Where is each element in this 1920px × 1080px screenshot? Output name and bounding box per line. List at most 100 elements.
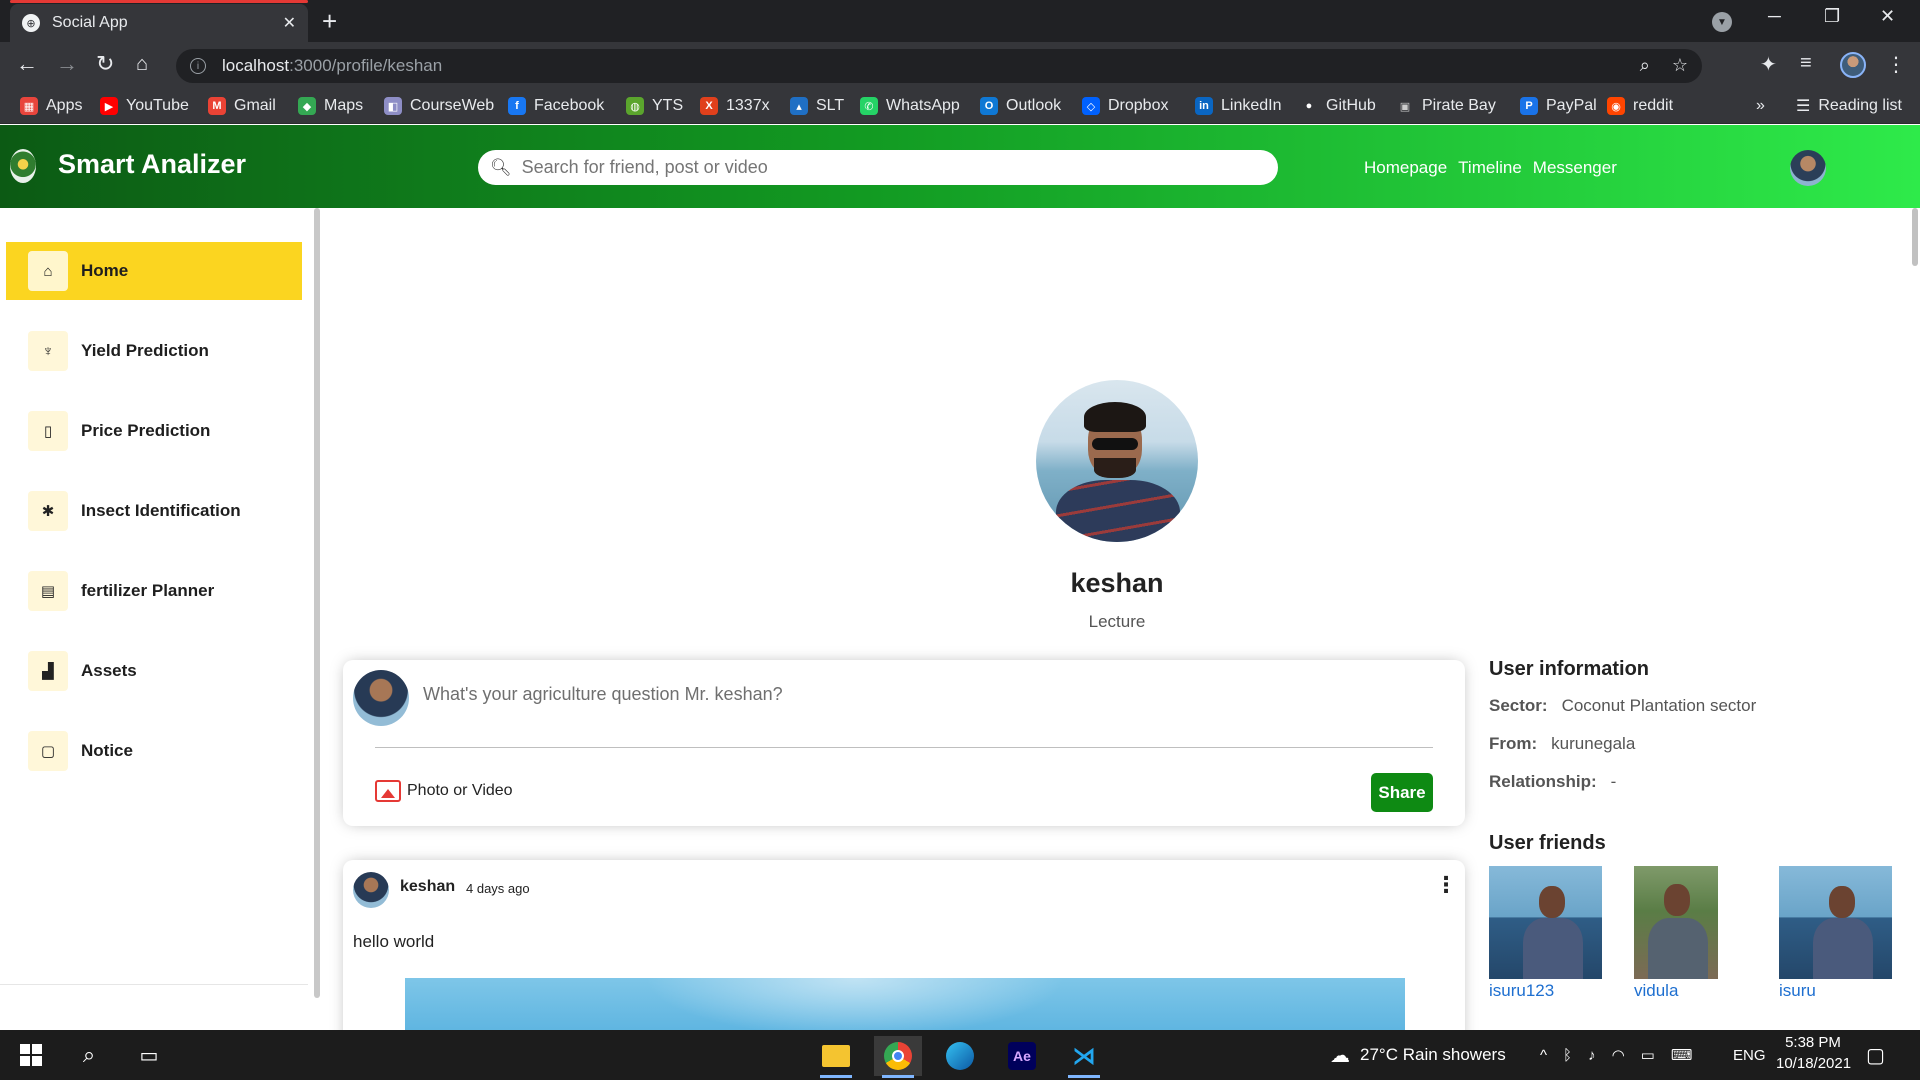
page-scrollbar[interactable]: [1912, 208, 1918, 266]
bookmarks-overflow-icon[interactable]: »: [1756, 88, 1765, 124]
reload-icon[interactable]: ↻: [96, 50, 114, 78]
clock[interactable]: 5:38 PM 10/18/2021: [1776, 1034, 1851, 1072]
vscode-icon[interactable]: ⋊: [1060, 1036, 1108, 1078]
new-tab-icon[interactable]: +: [322, 6, 337, 36]
friend-photo[interactable]: [1489, 866, 1602, 979]
search-taskbar-icon[interactable]: ⌕: [76, 1040, 102, 1070]
bookmark-paypal[interactable]: P PayPal: [1520, 88, 1597, 124]
after-effects-icon[interactable]: Ae: [998, 1036, 1046, 1076]
bookmark-outlook[interactable]: O Outlook: [980, 88, 1061, 124]
bookmark-1337x[interactable]: X 1337x: [700, 88, 770, 124]
friend-card[interactable]: vidula: [1634, 866, 1718, 1001]
forward-icon[interactable]: →: [56, 50, 78, 78]
bookmark-star-icon[interactable]: ☆: [1672, 55, 1688, 76]
address-bar[interactable]: i localhost :3000/profile/keshan ⌕ ☆: [176, 49, 1702, 83]
search-bar[interactable]: 🔍︎: [478, 150, 1278, 185]
reading-list-button[interactable]: ☰ Reading list: [1796, 88, 1902, 124]
bookmark-linkedin[interactable]: in LinkedIn: [1195, 88, 1282, 124]
zoom-icon[interactable]: ⌕: [1640, 55, 1650, 76]
bluetooth-icon[interactable]: ᛒ: [1563, 1047, 1572, 1064]
weather-widget[interactable]: ☁ 27°C Rain showers: [1330, 1030, 1506, 1080]
post-text: hello world: [353, 932, 435, 951]
sidebar-item-fertilizer-planner[interactable]: ▤ fertilizer Planner: [6, 562, 302, 620]
bookmark-dropbox[interactable]: ◇ Dropbox: [1082, 88, 1168, 124]
sidebar-item-home[interactable]: ⌂ Home: [6, 242, 302, 300]
friend-name[interactable]: isuru: [1779, 981, 1892, 1001]
tab-search-icon[interactable]: ▼: [1712, 12, 1732, 32]
bookmark-youtube[interactable]: ▶ YouTube: [100, 88, 189, 124]
share-button[interactable]: Share: [1371, 773, 1433, 812]
header-user-avatar[interactable]: [1790, 150, 1826, 186]
friend-card[interactable]: isuru: [1779, 866, 1892, 1001]
outlook-icon: O: [980, 97, 998, 115]
sidebar-item-notice[interactable]: ▢ Notice: [6, 722, 302, 780]
photo-icon: [375, 780, 401, 802]
nav-link-homepage[interactable]: Homepage: [1364, 158, 1447, 178]
bookmark-gmail[interactable]: M Gmail: [208, 88, 276, 124]
tray-expand-icon[interactable]: ^: [1540, 1047, 1547, 1064]
profile-name: keshan: [1070, 568, 1164, 598]
bookmark-github[interactable]: ● GitHub: [1300, 88, 1376, 124]
app-brand[interactable]: Smart Analizer: [58, 149, 246, 180]
share-question-input[interactable]: [423, 684, 1323, 705]
browser-menu-icon[interactable]: ⋮: [1886, 52, 1906, 77]
edge-icon[interactable]: [936, 1036, 984, 1076]
bookmark-yts[interactable]: ◍ YTS: [626, 88, 683, 124]
bookmark-facebook[interactable]: f Facebook: [508, 88, 604, 124]
user-info-from: From: kurunegala: [1489, 734, 1635, 754]
windows-start-icon[interactable]: [18, 1040, 44, 1070]
volume-icon[interactable]: ♪: [1588, 1047, 1596, 1064]
friend-card[interactable]: isuru123: [1489, 866, 1602, 1001]
home-page-icon[interactable]: ⌂: [136, 50, 148, 78]
bookmark-courseweb[interactable]: ◧ CourseWeb: [384, 88, 494, 124]
post-user-avatar[interactable]: [353, 872, 389, 908]
sidebar-scrollbar[interactable]: [314, 208, 320, 998]
photo-video-option[interactable]: Photo or Video: [375, 780, 513, 802]
friend-name[interactable]: isuru123: [1489, 981, 1602, 1001]
restore-icon[interactable]: ❐: [1824, 6, 1840, 27]
search-icon: 🔍︎: [490, 157, 512, 177]
close-tab-icon[interactable]: ✕: [283, 13, 296, 33]
file-explorer-icon[interactable]: [812, 1036, 860, 1078]
browser-tab[interactable]: ⊕ Social App ✕: [10, 4, 308, 42]
browser-tab-strip: ⊕ Social App ✕ + ▼ ─ ❐ ✕: [0, 0, 1920, 42]
extensions-icon[interactable]: ✦: [1760, 52, 1777, 77]
friend-photo[interactable]: [1634, 866, 1718, 979]
browser-profile-avatar[interactable]: [1840, 52, 1866, 78]
media-control-icon[interactable]: ≡: [1800, 52, 1812, 75]
post-username[interactable]: keshan: [400, 878, 455, 896]
bookmark-apps[interactable]: ▦ Apps: [20, 88, 82, 124]
friend-name[interactable]: vidula: [1634, 981, 1718, 1001]
chrome-icon[interactable]: [874, 1036, 922, 1078]
more-options-icon[interactable]: ⋮: [1435, 872, 1457, 898]
site-info-icon[interactable]: i: [190, 58, 206, 74]
wifi-icon[interactable]: ◠: [1612, 1046, 1625, 1064]
friend-photo[interactable]: [1779, 866, 1892, 979]
keyboard-icon[interactable]: ⌨: [1671, 1046, 1693, 1064]
yts-icon: ◍: [626, 97, 644, 115]
bookmark-pirate-bay[interactable]: ▣ Pirate Bay: [1396, 88, 1496, 124]
bookmark-slt[interactable]: ▴ SLT: [790, 88, 844, 124]
sidebar-item-label: Assets: [81, 661, 137, 680]
battery-icon[interactable]: ▭: [1641, 1046, 1655, 1064]
bookmark-reddit[interactable]: ◉ reddit: [1607, 88, 1673, 124]
notifications-icon[interactable]: ▢: [1866, 1030, 1885, 1080]
sidebar-item-yield-prediction[interactable]: ♆ Yield Prediction: [6, 322, 302, 380]
sidebar-item-assets[interactable]: ▟ Assets: [6, 642, 302, 700]
bookmark-whatsapp[interactable]: ✆ WhatsApp: [860, 88, 960, 124]
bookmark-label: Pirate Bay: [1422, 97, 1496, 114]
app-logo-icon[interactable]: [10, 149, 36, 183]
sidebar-item-insect-identification[interactable]: ✱ Insect Identification: [6, 482, 302, 540]
sidebar-item-label: Notice: [81, 741, 133, 760]
task-view-icon[interactable]: ▭: [136, 1040, 162, 1070]
sidebar-item-price-prediction[interactable]: ▯ Price Prediction: [6, 402, 302, 460]
nav-link-timeline[interactable]: Timeline: [1458, 158, 1522, 178]
language-indicator[interactable]: ENG: [1733, 1030, 1766, 1080]
nav-link-messenger[interactable]: Messenger: [1533, 158, 1617, 178]
back-icon[interactable]: ←: [16, 50, 38, 78]
bookmark-label: SLT: [816, 97, 845, 114]
minimize-icon[interactable]: ─: [1768, 6, 1781, 27]
bookmark-maps[interactable]: ◆ Maps: [298, 88, 363, 124]
close-window-icon[interactable]: ✕: [1880, 6, 1895, 27]
search-input[interactable]: [521, 157, 1262, 178]
